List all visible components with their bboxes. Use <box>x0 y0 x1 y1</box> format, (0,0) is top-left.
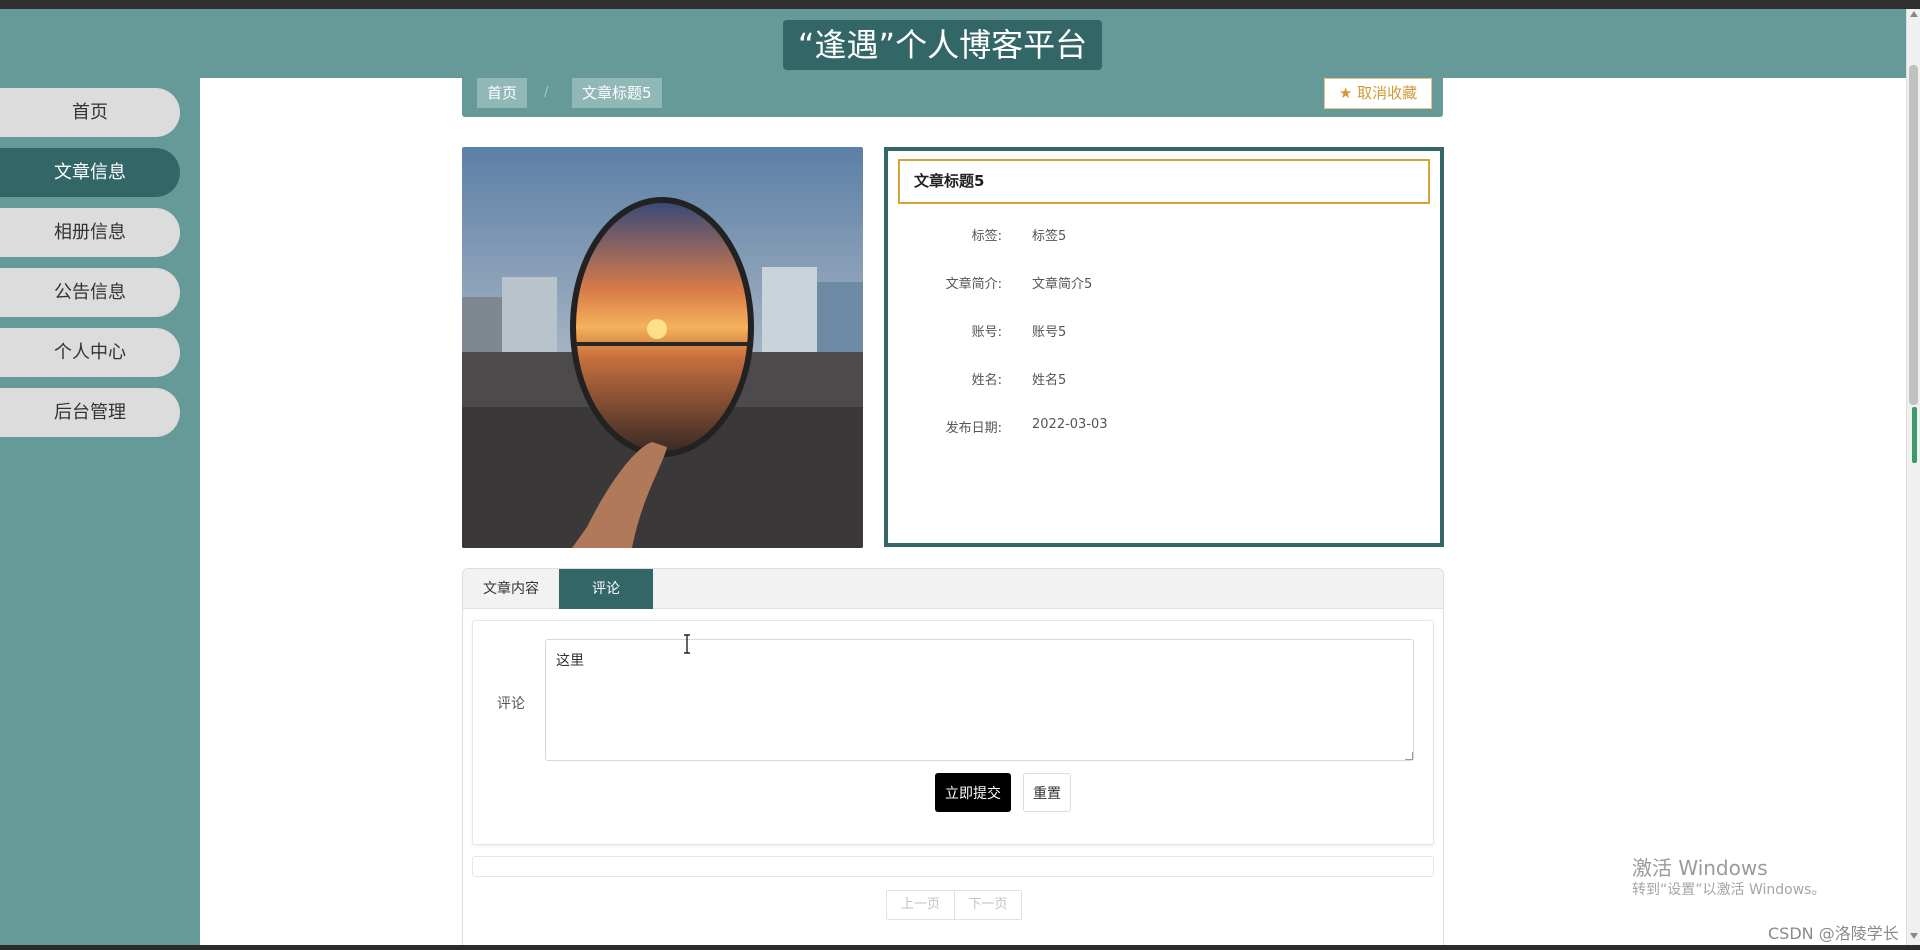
breadcrumb-separator: / <box>544 85 549 100</box>
summary-label: 文章简介: <box>945 277 1002 292</box>
next-page-button[interactable]: 下一页 <box>954 891 1021 919</box>
sidebar-item-home[interactable]: 首页 <box>0 88 180 137</box>
account-label: 账号: <box>971 325 1002 340</box>
site-header: “逢遇”个人博客平台 <box>0 9 1906 78</box>
comment-form: 评论 这里 立即提交 重置 <box>472 620 1434 845</box>
submit-comment-button[interactable]: 立即提交 <box>935 773 1011 812</box>
breadcrumb: 首页 / 文章标题5 ★ 取消收藏 <box>462 78 1443 117</box>
comment-label: 评论 <box>497 696 525 712</box>
sidebar-item-notices[interactable]: 公告信息 <box>0 268 180 317</box>
window-bottom-edge <box>0 945 1920 950</box>
article-tabs: 文章内容 评论 评论 这里 立即提交 重置 上一页 下一页 <box>462 568 1444 945</box>
scroll-down-icon[interactable] <box>1910 933 1918 939</box>
account-value: 账号5 <box>1032 325 1067 340</box>
sidebar-item-albums[interactable]: 相册信息 <box>0 208 180 257</box>
star-icon: ★ <box>1338 84 1353 102</box>
comment-list <box>472 856 1434 877</box>
site-title: “逢遇”个人博客平台 <box>783 20 1102 70</box>
main-content: 首页 / 文章标题5 ★ 取消收藏 文章标题5 标签: 标签5 文章简介: 文章… <box>200 78 1906 945</box>
sidebar-nav: 首页 文章信息 相册信息 公告信息 个人中心 后台管理 <box>0 78 200 945</box>
article-title: 文章标题5 <box>898 159 1430 204</box>
reset-button[interactable]: 重置 <box>1023 773 1071 812</box>
sidebar-item-articles[interactable]: 文章信息 <box>0 148 180 197</box>
breadcrumb-home[interactable]: 首页 <box>477 78 528 108</box>
window-top-edge <box>0 0 1920 9</box>
article-cover-image <box>462 147 863 548</box>
comment-textarea[interactable]: 这里 <box>545 639 1414 761</box>
page-scrollbar[interactable] <box>1906 9 1920 945</box>
tab-article-content[interactable]: 文章内容 <box>463 569 559 609</box>
prev-page-button[interactable]: 上一页 <box>887 891 954 919</box>
breadcrumb-current: 文章标题5 <box>572 78 662 108</box>
name-value: 姓名5 <box>1032 373 1067 388</box>
publish-date-value: 2022-03-03 <box>1032 417 1108 432</box>
scroll-thumb[interactable] <box>1909 65 1918 405</box>
text-cursor-icon <box>684 634 690 654</box>
tab-comments[interactable]: 评论 <box>559 569 653 609</box>
pagination: 上一页 下一页 <box>886 890 1022 920</box>
unfavorite-label: 取消收藏 <box>1357 84 1418 102</box>
tag-label: 标签: <box>971 229 1002 244</box>
sidebar-item-profile[interactable]: 个人中心 <box>0 328 180 377</box>
activate-windows-title: 激活 Windows <box>1632 856 1768 880</box>
unfavorite-button[interactable]: ★ 取消收藏 <box>1324 78 1432 109</box>
activate-windows-hint: 转到“设置”以激活 Windows。 <box>1632 882 1826 898</box>
name-label: 姓名: <box>971 373 1002 388</box>
publish-date-label: 发布日期: <box>945 421 1002 436</box>
tag-value: 标签5 <box>1032 229 1067 244</box>
tabs-header: 文章内容 评论 <box>463 569 1443 609</box>
scroll-up-icon[interactable] <box>1910 11 1918 17</box>
scroll-indicator <box>1912 407 1917 463</box>
textarea-resize-handle[interactable] <box>1405 752 1413 760</box>
summary-value: 文章简介5 <box>1032 277 1093 292</box>
sidebar-item-admin[interactable]: 后台管理 <box>0 388 180 437</box>
csdn-watermark: CSDN @洛陵学长 <box>1768 924 1899 943</box>
article-info-panel: 文章标题5 标签: 标签5 文章简介: 文章简介5 账号: 账号5 姓名: 姓名… <box>884 147 1444 547</box>
